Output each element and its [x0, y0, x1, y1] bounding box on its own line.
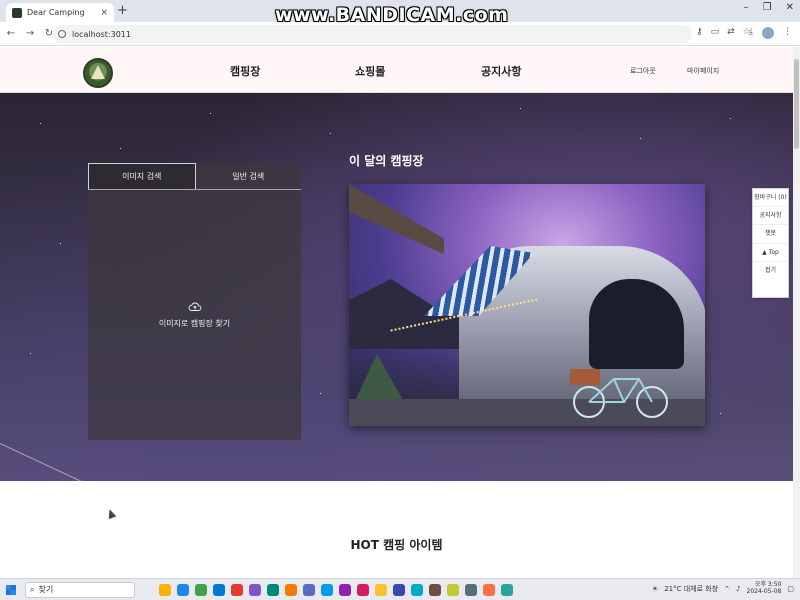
taskbar-app-icon[interactable] [501, 583, 513, 596]
windows-taskbar: ⌕ 찾기 ☀ 21°C 대체로 화창 ⌃ ♪ 오후 3:50 2024-05-0… [0, 578, 800, 600]
mouse-cursor [105, 507, 117, 520]
tab-image-search[interactable]: 이미지 검색 [88, 163, 196, 189]
taskbar-search[interactable]: ⌕ 찾기 [25, 581, 135, 598]
more-menu-icon[interactable]: ⋮ [783, 27, 792, 39]
quick-chatbot[interactable]: 챗봇 [753, 225, 788, 244]
month-campsite-title: 이 달의 캠핑장 [349, 154, 424, 168]
star [30, 353, 31, 354]
taskbar-app-icon[interactable] [465, 583, 477, 596]
site-header: 캠핑장 쇼핑몰 공지사항 로그아웃 마이페이지 [0, 47, 800, 93]
window-controls: – ❐ ✕ [744, 2, 794, 13]
mypage-link[interactable]: 마이페이지 [687, 66, 719, 76]
tab-title: Dear Camping [27, 8, 85, 17]
image-upload-area[interactable]: 이미지로 캠핑장 찾기 [88, 190, 301, 440]
address-bar[interactable]: localhost:3011 [52, 25, 692, 43]
logout-link[interactable]: 로그아웃 [630, 66, 656, 76]
shooting-star [0, 443, 82, 481]
notification-icon[interactable]: ▢ [787, 585, 794, 593]
quick-collapse[interactable]: 접기 [753, 262, 788, 279]
star [730, 118, 731, 119]
taskbar-app-icon[interactable] [303, 583, 315, 596]
download-icon[interactable]: ⤓ [749, 27, 753, 39]
tab-close-icon[interactable]: × [100, 8, 108, 18]
windows-start-icon[interactable] [6, 584, 16, 595]
minimize-button[interactable]: – [744, 2, 749, 13]
hot-items-title: HOT 캠핑 아이템 [350, 538, 443, 552]
taskbar-app-icon[interactable] [483, 583, 495, 596]
quick-top[interactable]: ▲ Top [753, 244, 788, 262]
taskbar-app-icon[interactable] [159, 583, 171, 596]
taskbar-clock[interactable]: 오후 3:50 2024-05-08 [746, 581, 782, 596]
tab-general-search[interactable]: 일반 검색 [196, 163, 302, 189]
taskbar-app-icon[interactable] [285, 583, 297, 596]
taskbar-app-icon[interactable] [411, 583, 423, 596]
taskbar-app-icon[interactable] [447, 583, 459, 596]
star [520, 108, 521, 109]
new-tab-button[interactable]: + [117, 3, 128, 18]
star [330, 133, 331, 134]
taskbar-app-icon[interactable] [231, 583, 243, 596]
featured-campsite-photo[interactable] [349, 184, 705, 426]
taskbar-app-icon[interactable] [357, 583, 369, 596]
bandicam-watermark: www.BANDICAM.com [275, 4, 509, 26]
back-button[interactable]: ← [3, 28, 19, 39]
star [120, 148, 121, 149]
hero-section: 이미지 검색 일반 검색 이미지로 캠핑장 찾기 이 달의 캠핑장 [0, 93, 800, 481]
taskbar-app-icon[interactable] [375, 583, 387, 596]
nav-notice[interactable]: 공지사항 [481, 63, 521, 79]
tray-chevron-icon[interactable]: ⌃ [724, 585, 730, 593]
key-icon[interactable]: ⚷ [696, 27, 703, 37]
translate-icon[interactable]: ⇄ [727, 27, 735, 37]
forward-button[interactable]: → [22, 28, 38, 39]
quick-notice[interactable]: 공지사항 [753, 207, 788, 226]
taskbar-app-icon[interactable] [267, 583, 279, 596]
url-text: localhost:3011 [72, 29, 131, 39]
taskbar-app-icon[interactable] [393, 583, 405, 596]
system-tray: ☀ 21°C 대체로 화창 ⌃ ♪ 오후 3:50 2024-05-08 ▢ [651, 581, 794, 596]
scroll-thumb[interactable] [794, 59, 799, 149]
toolbar-right-icons: ⤓ ⋮ [749, 27, 792, 39]
search-icon: ⌕ [30, 584, 35, 594]
taskbar-apps [159, 583, 513, 596]
clock-date: 2024-05-08 [746, 587, 782, 595]
cloud-upload-icon [188, 302, 201, 311]
photo-bicycle [570, 369, 668, 418]
weather-text[interactable]: 21°C 대체로 화창 [664, 584, 718, 594]
taskbar-app-icon[interactable] [195, 583, 207, 596]
taskbar-app-icon[interactable] [249, 583, 261, 596]
taskbar-app-icon[interactable] [213, 583, 225, 596]
star [60, 243, 61, 244]
cast-icon[interactable]: ▭ [711, 27, 720, 37]
upload-label: 이미지로 캠핑장 찾기 [158, 319, 231, 328]
search-panel: 이미지 검색 일반 검색 이미지로 캠핑장 찾기 [88, 163, 301, 440]
taskbar-search-placeholder: 찾기 [38, 585, 54, 594]
taskbar-app-icon[interactable] [177, 583, 189, 596]
star [40, 123, 41, 124]
maximize-button[interactable]: ❐ [763, 2, 772, 13]
volume-icon[interactable]: ♪ [736, 585, 740, 593]
star [720, 413, 721, 414]
profile-avatar[interactable] [762, 27, 774, 39]
nav-shopping[interactable]: 쇼핑몰 [355, 63, 385, 79]
nav-campsite[interactable]: 캠핑장 [230, 63, 260, 79]
star [210, 113, 211, 114]
photo-roof [349, 184, 444, 254]
taskbar-app-icon[interactable] [321, 583, 333, 596]
browser-tab[interactable]: Dear Camping × [6, 3, 114, 22]
site-info-icon[interactable] [58, 30, 66, 38]
quick-menu: 장바구니 (0) 공지사항 챗봇 ▲ Top 접기 [752, 188, 789, 298]
site-logo[interactable] [83, 58, 113, 88]
star [320, 393, 321, 394]
weather-icon: ☀ [651, 584, 659, 593]
close-window-button[interactable]: ✕ [786, 2, 794, 13]
search-tabs: 이미지 검색 일반 검색 [88, 163, 301, 190]
star [640, 138, 641, 139]
favicon-icon [12, 7, 22, 18]
taskbar-app-icon[interactable] [429, 583, 441, 596]
taskbar-app-icon[interactable] [339, 583, 351, 596]
quick-cart[interactable]: 장바구니 (0) [753, 189, 788, 208]
page-scrollbar[interactable] [793, 47, 800, 578]
toolbar-icons: ⚷ ▭ ⇄ ☆ [696, 27, 751, 37]
